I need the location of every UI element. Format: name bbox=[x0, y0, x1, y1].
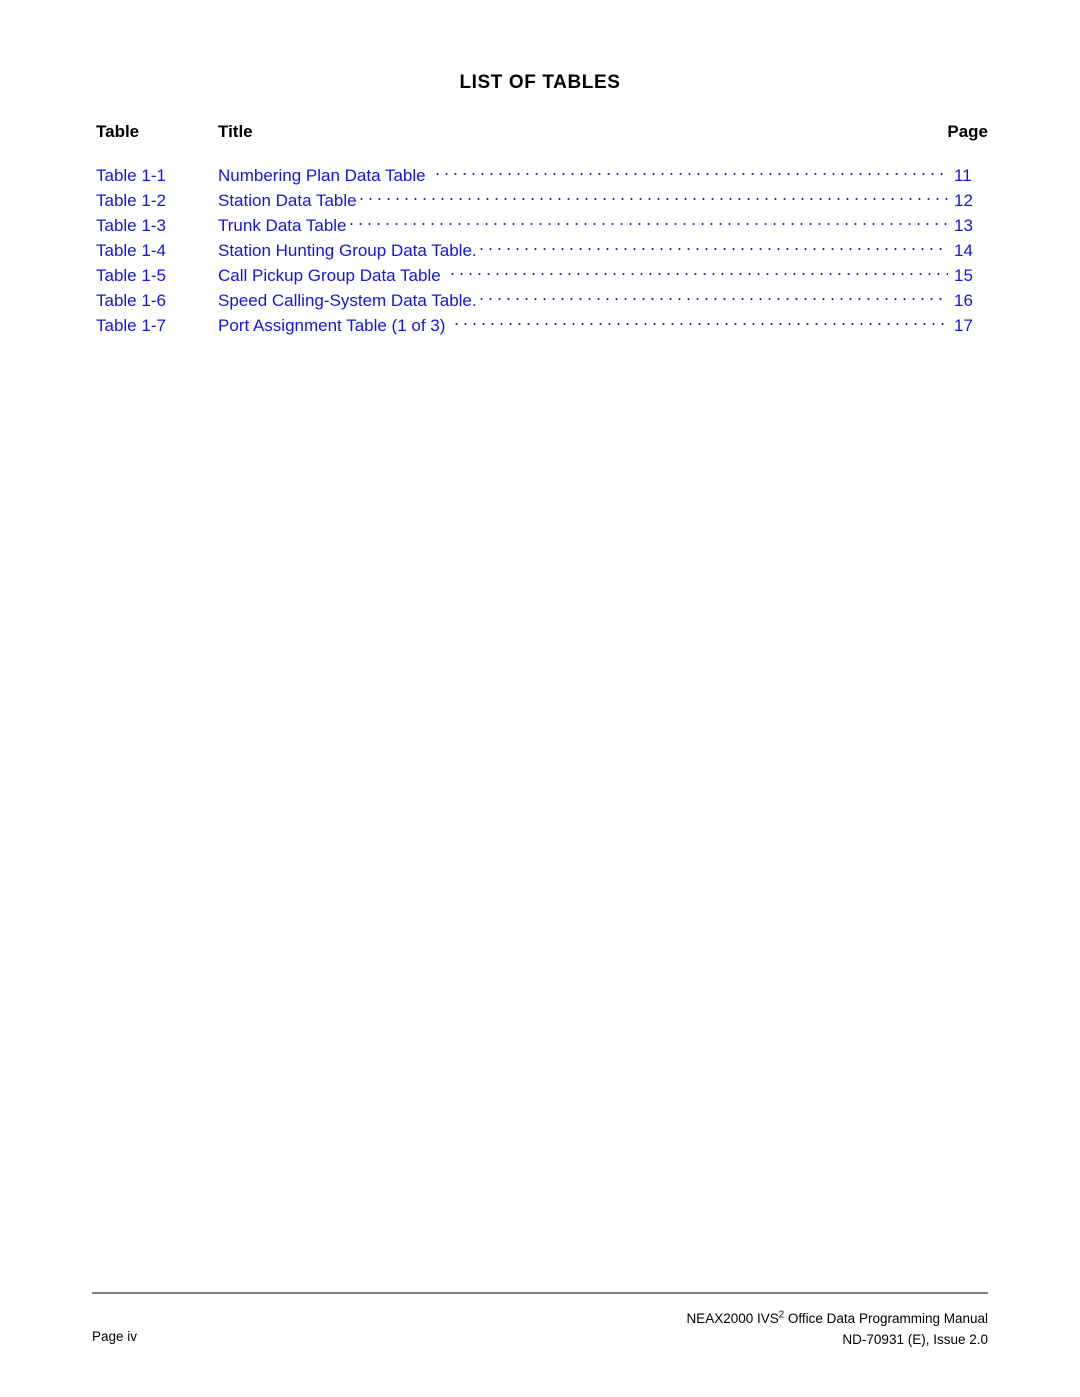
toc-entry[interactable]: Table 1-7 Port Assignment Table (1 of 3) 1… bbox=[96, 314, 988, 339]
toc-entry-page-number: 16 bbox=[954, 291, 973, 310]
document-page: { "page": { "heading": "LIST OF TABLES" … bbox=[0, 0, 1080, 1397]
footer-manual-title: NEAX2000 IVS2 Office Data Programming Ma… bbox=[686, 1308, 988, 1329]
toc-entry-leader-dots bbox=[432, 161, 948, 178]
toc-entry-page-number: 17 bbox=[954, 316, 973, 335]
toc-entry-label: Table 1-2 bbox=[96, 191, 166, 210]
toc-entry-label: Table 1-7 bbox=[96, 316, 166, 335]
toc-entry-leader-dots bbox=[356, 186, 948, 203]
page-footer: Page iv NEAX2000 IVS2 Office Data Progra… bbox=[92, 1308, 988, 1356]
toc-entry-label: Table 1-3 bbox=[96, 216, 166, 235]
toc-entry-leader-dots bbox=[476, 236, 948, 253]
footer-page-number: Page iv bbox=[92, 1329, 138, 1344]
toc-entry-label: Table 1-1 bbox=[96, 166, 166, 185]
toc-entry-title: Station Data Table bbox=[218, 191, 357, 210]
footer-manual-prefix: NEAX2000 IVS bbox=[686, 1311, 779, 1326]
toc-entry-title: Call Pickup Group Data Table bbox=[218, 266, 441, 285]
toc-entry-leader-dots bbox=[452, 311, 948, 328]
toc-entry-label: Table 1-6 bbox=[96, 291, 166, 310]
footer-document-id: ND-70931 (E), Issue 2.0 bbox=[842, 1332, 988, 1347]
toc-entry-page-number: 15 bbox=[954, 266, 973, 285]
toc-entry-leader-dots bbox=[476, 286, 948, 303]
toc-entry-page-number: 11 bbox=[954, 166, 972, 185]
toc-entry-label: Table 1-4 bbox=[96, 241, 166, 260]
toc-entry-page-number: 12 bbox=[954, 191, 973, 210]
column-header-table: Table bbox=[96, 122, 140, 141]
toc-entry-title: Numbering Plan Data Table bbox=[218, 166, 426, 185]
toc-entry-title: Station Hunting Group Data Table. bbox=[218, 241, 477, 260]
footer-document-info: NEAX2000 IVS2 Office Data Programming Ma… bbox=[686, 1308, 988, 1350]
toc-entry-leader-dots bbox=[346, 211, 948, 228]
toc-entry-label: Table 1-5 bbox=[96, 266, 166, 285]
toc-entry-leader-dots bbox=[447, 261, 948, 278]
page-title: LIST OF TABLES bbox=[459, 72, 621, 93]
toc-entry-page-number: 13 bbox=[954, 216, 973, 235]
toc-column-header: Table Title Page bbox=[96, 122, 988, 144]
column-header-title: Title bbox=[218, 122, 253, 141]
footer-manual-suffix: Office Data Programming Manual bbox=[784, 1311, 988, 1326]
column-header-page: Page bbox=[947, 122, 988, 141]
toc-entry-title: Trunk Data Table bbox=[218, 216, 347, 235]
footer-divider bbox=[92, 1292, 988, 1294]
toc-entry-title: Port Assignment Table (1 of 3) bbox=[218, 316, 446, 335]
list-of-tables: Table 1-1 Numbering Plan Data Table 11 Tabl… bbox=[96, 164, 988, 339]
toc-entry-title: Speed Calling-System Data Table. bbox=[218, 291, 477, 310]
toc-entry-page-number: 14 bbox=[954, 241, 973, 260]
